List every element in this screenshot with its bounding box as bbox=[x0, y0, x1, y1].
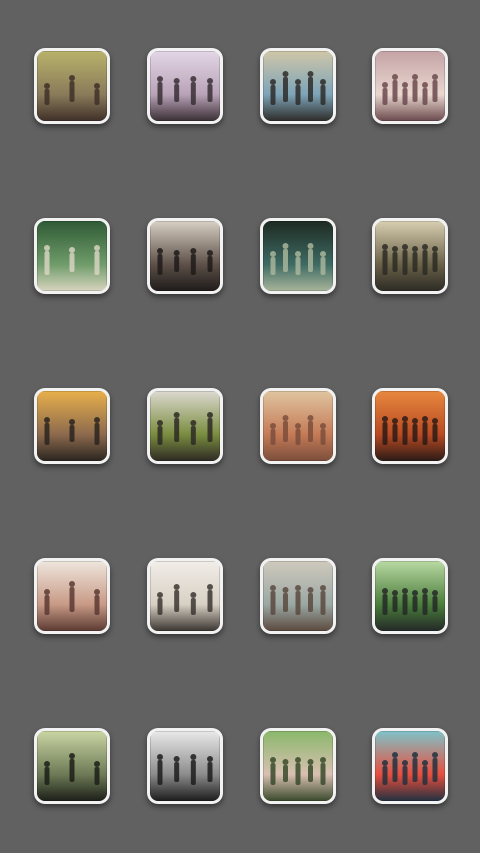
photo-image bbox=[37, 51, 107, 121]
photo-image bbox=[37, 221, 107, 291]
photo-thumbnail-group-sunset-hill[interactable] bbox=[34, 728, 110, 804]
photo-thumbnail-people-park-trees[interactable] bbox=[147, 388, 223, 464]
photo-image bbox=[263, 561, 333, 631]
photo-thumbnail-film-strip-reels[interactable] bbox=[372, 218, 448, 294]
photo-thumbnail-group-walking-beach[interactable] bbox=[260, 48, 336, 124]
photo-image bbox=[150, 561, 220, 631]
photo-thumbnail-legs-dresses-closeup[interactable] bbox=[260, 388, 336, 464]
photo-image bbox=[150, 391, 220, 461]
photo-image bbox=[375, 221, 445, 291]
photo-thumbnail-two-girls-sitting-wall[interactable] bbox=[372, 48, 448, 124]
photo-thumbnail-people-lying-grass[interactable] bbox=[34, 218, 110, 294]
photo-image bbox=[150, 221, 220, 291]
photo-thumbnail-path-trees-walkers[interactable] bbox=[260, 728, 336, 804]
photo-thumbnail-girls-running-sand[interactable] bbox=[34, 558, 110, 634]
photo-thumbnail-pier-sunset-silhouettes[interactable] bbox=[372, 388, 448, 464]
photo-thumbnail-group-stretching-field[interactable] bbox=[34, 48, 110, 124]
photo-thumbnail-friends-railway-night[interactable] bbox=[260, 218, 336, 294]
photo-grid bbox=[0, 0, 480, 853]
photo-image bbox=[263, 221, 333, 291]
photo-image bbox=[375, 731, 445, 801]
photo-image bbox=[150, 51, 220, 121]
photo-thumbnail-group-dresses-beach[interactable] bbox=[147, 558, 223, 634]
photo-image bbox=[150, 731, 220, 801]
photo-image bbox=[37, 731, 107, 801]
photo-thumbnail-bikes-sunset-street[interactable] bbox=[34, 388, 110, 464]
photo-image bbox=[37, 391, 107, 461]
photo-thumbnail-friends-city-street[interactable] bbox=[147, 218, 223, 294]
photo-image bbox=[375, 51, 445, 121]
photo-image bbox=[263, 391, 333, 461]
photo-thumbnail-friends-bench-park[interactable] bbox=[372, 558, 448, 634]
photo-image bbox=[375, 561, 445, 631]
photo-thumbnail-silhouettes-misty-horizon[interactable] bbox=[147, 48, 223, 124]
photo-thumbnail-jumping-sky-legs[interactable] bbox=[372, 728, 448, 804]
photo-thumbnail-bw-glass-table[interactable] bbox=[147, 728, 223, 804]
photo-thumbnail-couple-hats-lake[interactable] bbox=[260, 558, 336, 634]
photo-image bbox=[263, 731, 333, 801]
photo-image bbox=[375, 391, 445, 461]
photo-image bbox=[263, 51, 333, 121]
photo-image bbox=[37, 561, 107, 631]
